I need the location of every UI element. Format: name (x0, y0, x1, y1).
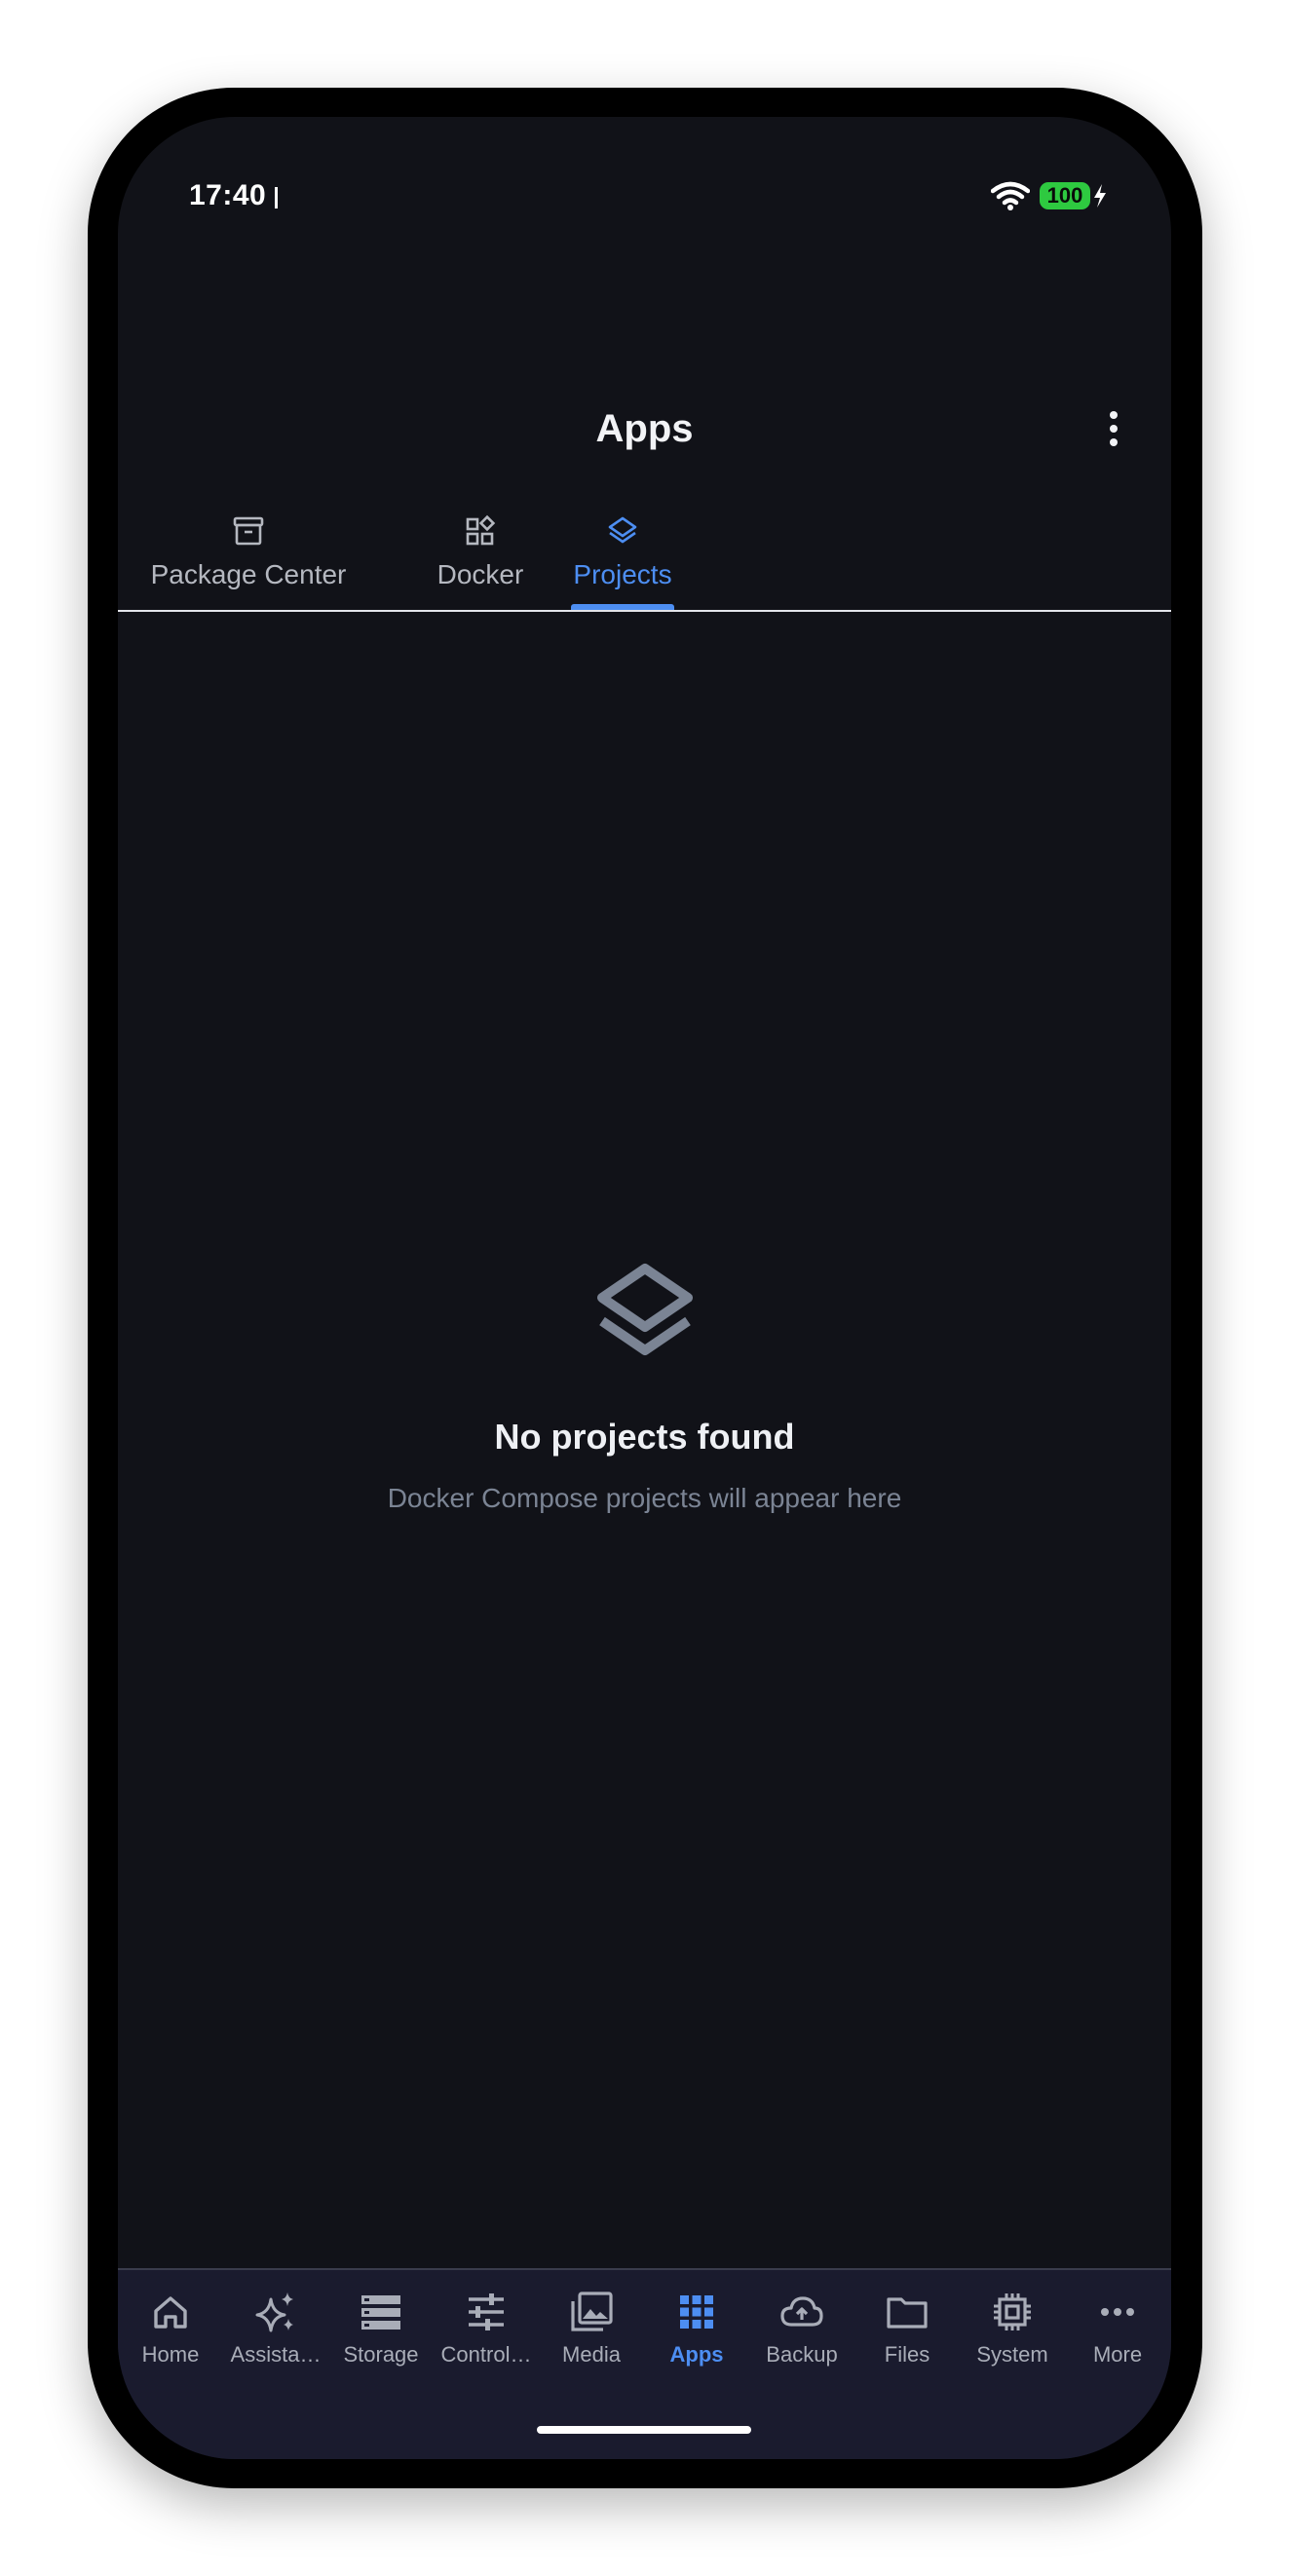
tab-label: Docker (436, 559, 524, 589)
widgets-icon (466, 514, 496, 546)
app-screen: 17:40 100 Apps Package Center Docker Pro… (118, 117, 1171, 2459)
text-cursor (275, 187, 278, 208)
nav-item-apps[interactable]: Apps (644, 2290, 749, 2368)
home-icon (154, 2296, 187, 2329)
nav-label: Files (884, 2342, 930, 2367)
nav-label: Storage (343, 2342, 419, 2367)
tab-bar: Package Center Docker Projects (118, 505, 1171, 612)
nav-label: Home (141, 2342, 200, 2367)
nav-item-backup[interactable]: Backup (749, 2290, 854, 2368)
sparkles-icon (255, 2292, 293, 2332)
wifi-icon (991, 181, 1030, 210)
status-bar: 17:40 100 (118, 117, 1171, 273)
grid-icon (680, 2295, 713, 2329)
tab-label: Package Center (150, 559, 347, 589)
cloud-upload-icon (780, 2296, 823, 2327)
photo-library-icon (571, 2292, 613, 2331)
battery-level: 100 (1040, 182, 1090, 209)
nav-label: System (976, 2342, 1048, 2367)
layers-icon (596, 1264, 693, 1355)
nav-label: Apps (669, 2342, 724, 2367)
more-options-icon[interactable] (1104, 407, 1123, 450)
page-title: Apps (595, 407, 694, 450)
bottom-navigation: Home Assista… Storage Control… Media App… (118, 2268, 1171, 2459)
more-horizontal-icon (1101, 2308, 1134, 2316)
layers-icon (608, 516, 637, 544)
home-indicator[interactable] (537, 2426, 751, 2434)
nav-label: Backup (766, 2342, 838, 2367)
nav-item-system[interactable]: System (960, 2290, 1065, 2368)
nav-label: Assista… (230, 2342, 322, 2367)
nav-item-files[interactable]: Files (854, 2290, 960, 2368)
nav-item-storage[interactable]: Storage (328, 2290, 434, 2368)
archive-box-icon (233, 516, 264, 546)
empty-state-title: No projects found (494, 1417, 795, 1457)
nav-item-assistant[interactable]: Assista… (223, 2290, 328, 2368)
empty-state-subtitle: Docker Compose projects will appear here (387, 1483, 902, 1513)
tab-label: Projects (573, 559, 672, 589)
tab-package-center[interactable]: Package Center (145, 505, 352, 610)
nav-item-home[interactable]: Home (118, 2290, 223, 2368)
empty-state: No projects found Docker Compose project… (118, 1257, 1171, 1514)
tab-projects[interactable]: Projects (564, 505, 681, 610)
nav-label: Media (562, 2342, 621, 2367)
nav-label: More (1092, 2342, 1143, 2367)
active-tab-indicator (571, 604, 674, 610)
tab-docker[interactable]: Docker (410, 505, 550, 610)
app-header: Apps (118, 390, 1171, 468)
storage-icon (361, 2295, 400, 2330)
chip-icon (994, 2293, 1031, 2330)
charging-bolt-icon (1094, 184, 1106, 208)
nav-item-control[interactable]: Control… (434, 2290, 539, 2368)
nav-item-more[interactable]: More (1065, 2290, 1170, 2368)
nav-label: Control… (440, 2342, 532, 2367)
sliders-icon (469, 2293, 504, 2330)
nav-item-media[interactable]: Media (539, 2290, 644, 2368)
status-time: 17:40 (189, 179, 267, 211)
folder-icon (887, 2297, 928, 2329)
